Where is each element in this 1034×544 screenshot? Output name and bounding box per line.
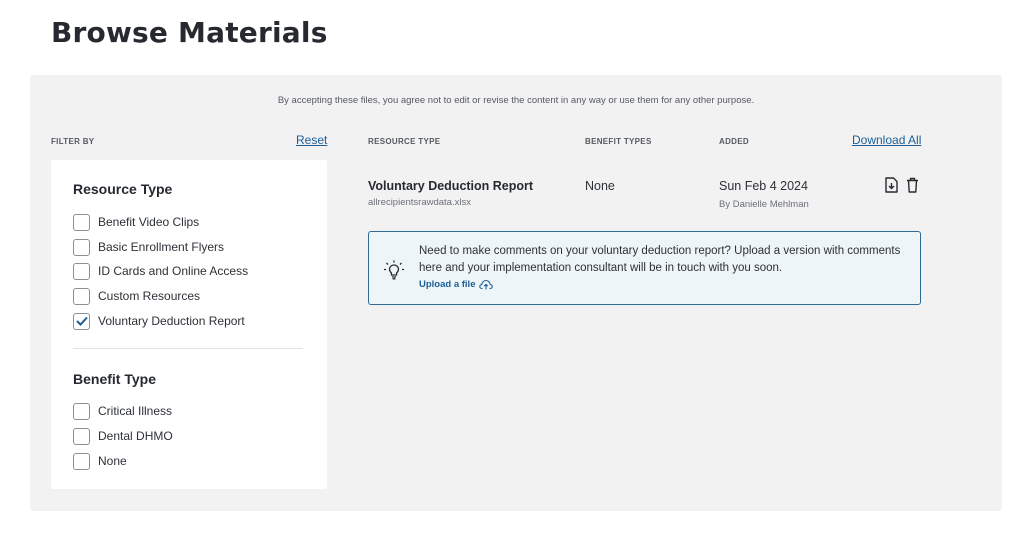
checkmark-icon xyxy=(75,316,88,326)
checkbox[interactable] xyxy=(73,287,90,305)
column-header-added: ADDED xyxy=(719,137,749,146)
page-title: Browse Materials xyxy=(51,16,328,49)
filter-option-label: Critical Illness xyxy=(98,404,173,418)
reset-filters-link[interactable]: Reset xyxy=(296,133,327,147)
filter-option-none[interactable]: None xyxy=(73,452,127,470)
checkbox[interactable] xyxy=(73,213,90,231)
filter-option-dental-dhmo[interactable]: Dental DHMO xyxy=(73,427,173,445)
filter-option-benefit-video-clips[interactable]: Benefit Video Clips xyxy=(73,213,199,231)
filter-option-voluntary-deduction-report[interactable]: Voluntary Deduction Report xyxy=(73,312,245,330)
filter-option-basic-enrollment-flyers[interactable]: Basic Enrollment Flyers xyxy=(73,238,224,256)
download-all-link[interactable]: Download All xyxy=(852,133,921,147)
trash-icon[interactable] xyxy=(904,176,920,194)
checkbox[interactable] xyxy=(73,312,90,330)
filter-group-title-resource-type: Resource Type xyxy=(73,181,173,197)
filter-option-custom-resources[interactable]: Custom Resources xyxy=(73,287,200,305)
filter-option-label: Voluntary Deduction Report xyxy=(98,314,245,328)
disclaimer-text: By accepting these files, you agree not … xyxy=(277,95,755,106)
upload-notice: Need to make comments on your voluntary … xyxy=(368,231,921,305)
checkbox[interactable] xyxy=(73,402,90,420)
filter-card: Resource Type Benefit Video Clips Basic … xyxy=(51,160,327,489)
column-header-resource-type: RESOURCE TYPE xyxy=(368,137,441,146)
resource-title: Voluntary Deduction Report xyxy=(368,179,534,193)
cloud-upload-icon xyxy=(479,279,494,290)
filter-option-label: Custom Resources xyxy=(98,289,201,303)
resource-filename: allrecipientsrawdata.xlsx xyxy=(368,197,471,208)
resource-added-by: By Danielle Mehlman xyxy=(719,199,809,210)
filter-option-label: Benefit Video Clips xyxy=(98,215,200,229)
resource-benefit-type: None xyxy=(585,179,615,193)
checkbox[interactable] xyxy=(73,452,90,470)
download-file-icon[interactable] xyxy=(883,176,899,194)
filter-divider xyxy=(73,348,303,349)
filter-group-title-benefit-type: Benefit Type xyxy=(73,371,156,387)
upload-notice-text: Need to make comments on your voluntary … xyxy=(419,245,901,274)
filter-by-heading: FILTER BY xyxy=(51,137,95,146)
upload-file-link[interactable]: Upload a file xyxy=(419,279,494,290)
checkbox[interactable] xyxy=(73,427,90,445)
filter-option-critical-illness[interactable]: Critical Illness xyxy=(73,402,172,420)
checkbox[interactable] xyxy=(73,262,90,280)
checkbox[interactable] xyxy=(73,238,90,256)
resource-added-date: Sun Feb 4 2024 xyxy=(719,179,808,193)
filter-option-label: Basic Enrollment Flyers xyxy=(98,240,225,254)
upload-file-label: Upload a file xyxy=(419,279,476,290)
filter-option-label: ID Cards and Online Access xyxy=(98,264,249,278)
column-header-benefit-types: BENEFIT TYPES xyxy=(585,137,652,146)
lightbulb-icon xyxy=(383,259,405,281)
materials-panel: By accepting these files, you agree not … xyxy=(30,75,1002,511)
filter-option-label: None xyxy=(98,454,127,468)
filter-option-label: Dental DHMO xyxy=(98,429,173,443)
filter-option-id-cards[interactable]: ID Cards and Online Access xyxy=(73,262,248,280)
